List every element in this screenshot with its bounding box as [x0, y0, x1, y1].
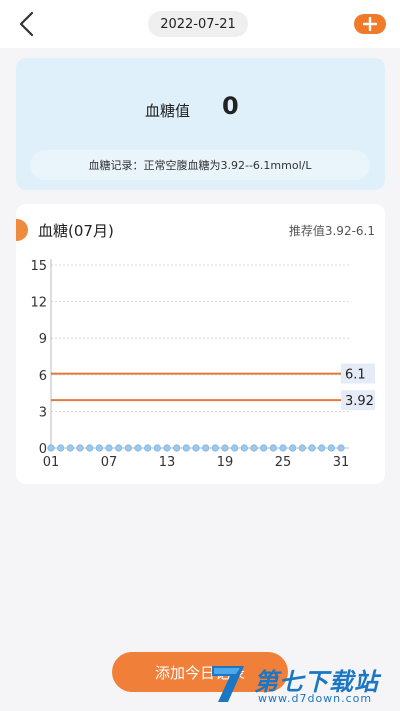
data-point [163, 444, 171, 452]
data-point [250, 444, 258, 452]
data-point [289, 444, 297, 452]
data-point [211, 444, 219, 452]
data-point [327, 444, 335, 452]
date-selector[interactable]: 2022-07-21 [148, 11, 248, 37]
data-point [221, 444, 229, 452]
blood-sugar-chart: 0369121501 07 13 19 25 316.13.92 [30, 259, 375, 470]
data-point [115, 444, 123, 452]
x-tick-label: 07 [101, 455, 118, 470]
plus-icon [363, 17, 377, 31]
data-point [173, 444, 181, 452]
data-point [86, 444, 94, 452]
data-point [144, 444, 152, 452]
watermark-url: www.d7down.com [258, 692, 373, 705]
chevron-left-icon [19, 11, 34, 37]
data-point [124, 444, 132, 452]
data-point [202, 444, 210, 452]
data-point [318, 444, 326, 452]
watermark: 第七下载站 www.d7down.com [206, 660, 396, 708]
data-point [192, 444, 200, 452]
watermark-logo-icon [212, 666, 244, 702]
y-tick-label: 6 [39, 369, 47, 384]
reference-line-label: 3.92 [345, 394, 374, 409]
data-point [182, 444, 190, 452]
reference-line-label: 6.1 [345, 368, 366, 383]
top-bar: 2022-07-21 [0, 0, 400, 48]
x-tick-label: 25 [275, 455, 292, 470]
data-point [134, 444, 142, 452]
data-point [337, 444, 345, 452]
data-point [260, 444, 268, 452]
data-point [105, 444, 113, 452]
data-point [279, 444, 287, 452]
data-point [66, 444, 74, 452]
data-point [57, 444, 65, 452]
x-tick-label: 19 [217, 455, 234, 470]
y-tick-label: 9 [39, 332, 47, 347]
blood-sugar-value: 0 [222, 92, 239, 120]
blood-sugar-chart-card: 血糖(07月) 推荐值3.92-6.1 0 3 6 9 12 15 01 07 13 19 25 31… [16, 204, 385, 484]
y-tick-label: 12 [30, 296, 47, 311]
back-button[interactable] [10, 8, 42, 40]
data-point [269, 444, 277, 452]
data-point [153, 444, 161, 452]
y-tick-label: 15 [30, 259, 47, 274]
data-point [231, 444, 239, 452]
x-tick-label: 31 [333, 455, 350, 470]
blood-sugar-label: 血糖值 [145, 102, 191, 120]
data-point [308, 444, 316, 452]
data-point [47, 444, 55, 452]
y-tick-label: 3 [39, 405, 47, 420]
data-point [76, 444, 84, 452]
add-record-button[interactable] [354, 14, 386, 34]
data-point [95, 444, 103, 452]
data-point [240, 444, 248, 452]
data-point [298, 444, 306, 452]
normal-range-note: 血糖记录：正常空腹血糖为3.92--6.1mmol/L [30, 150, 370, 180]
x-tick-label: 13 [159, 455, 176, 470]
x-tick-label: 01 [43, 455, 60, 470]
